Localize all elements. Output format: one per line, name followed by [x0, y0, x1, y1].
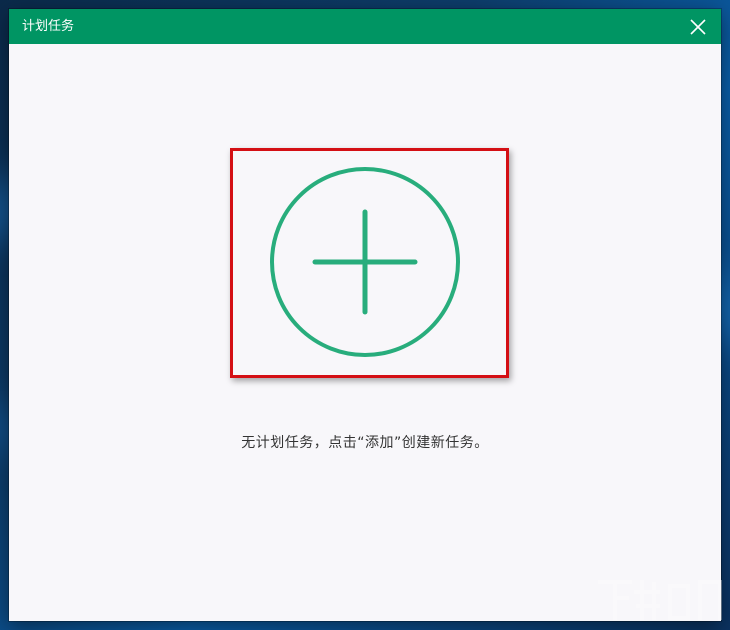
empty-state-hint: 无计划任务，点击“添加”创建新任务。 [241, 435, 489, 451]
plus-circle-icon [269, 166, 461, 358]
scheduled-task-dialog: 计划任务 无计划任务，点击“添加”创建新任务。 [9, 9, 721, 621]
close-button[interactable] [685, 14, 711, 40]
add-task-button[interactable] [230, 148, 509, 378]
dialog-title: 计划任务 [22, 19, 75, 34]
title-bar: 计划任务 [9, 9, 721, 44]
site-watermark-logo [596, 574, 726, 626]
close-icon [690, 19, 706, 35]
